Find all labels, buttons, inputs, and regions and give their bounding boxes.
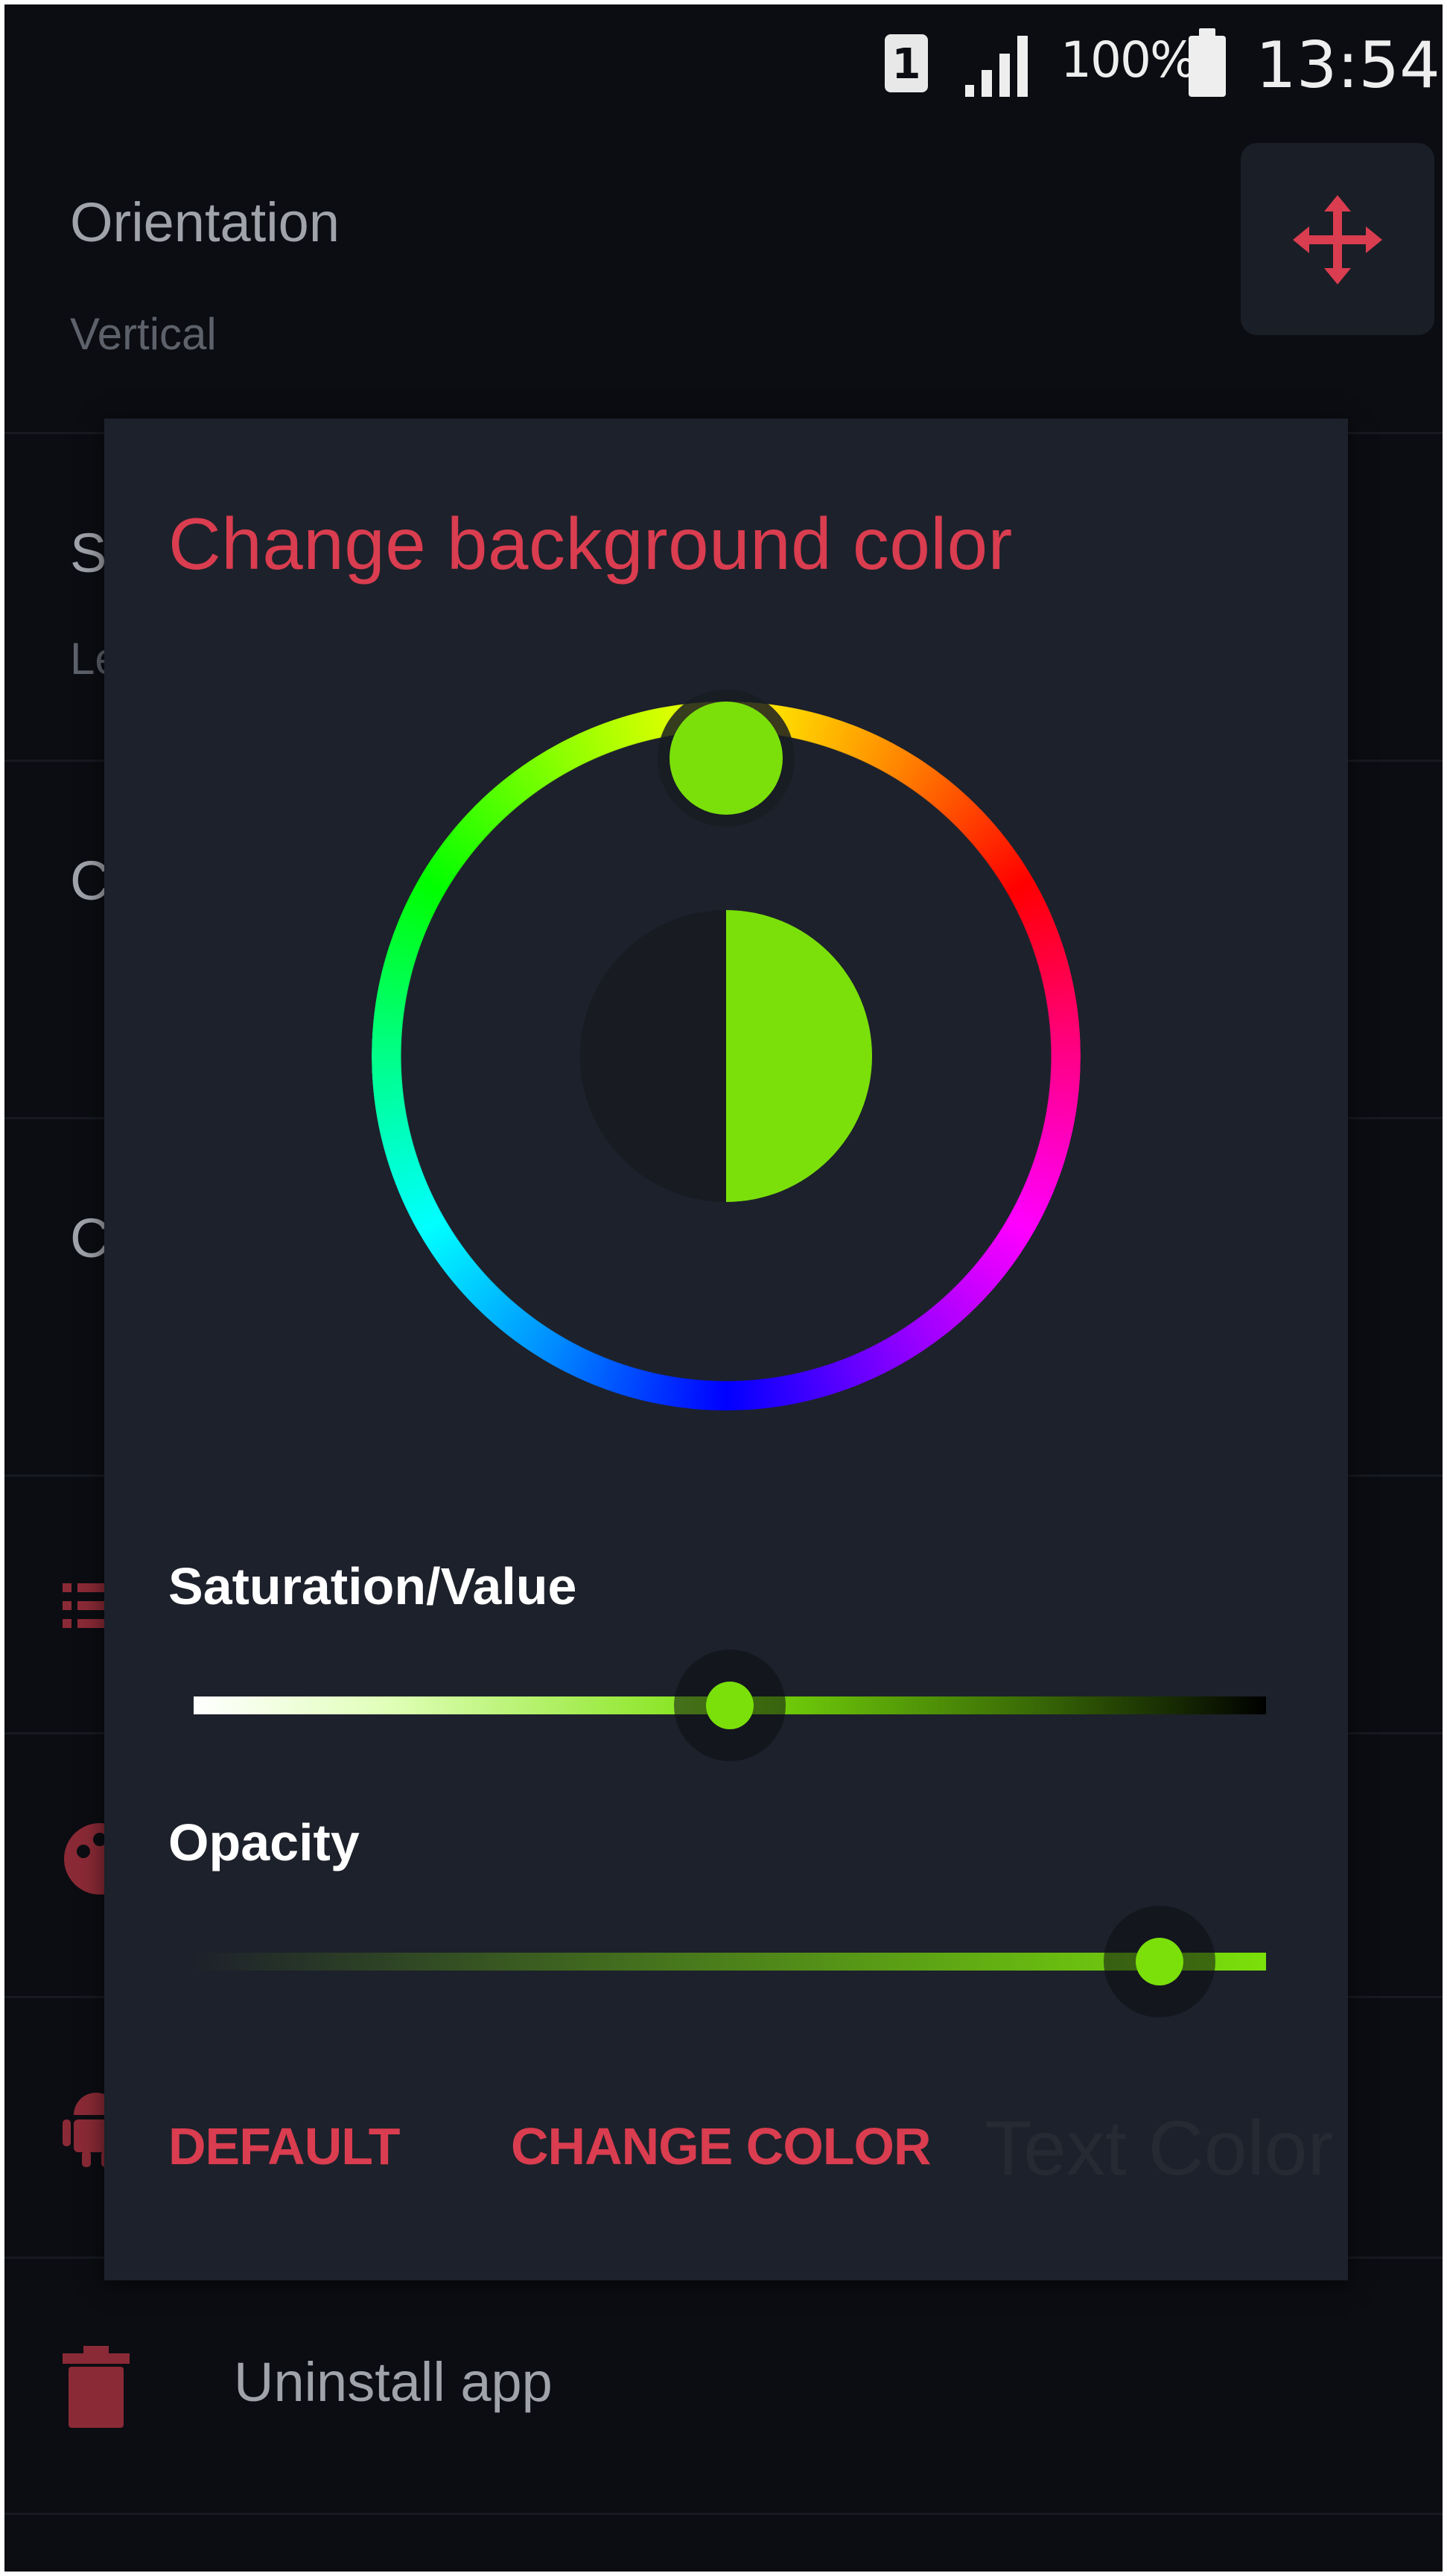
status-bar: 1 100% 13:54 xyxy=(4,4,1443,116)
move-arrows-icon xyxy=(1293,195,1382,284)
change-color-button[interactable]: CHANGE COLOR xyxy=(511,2117,932,2176)
ghost-text-color-label: Text Color xyxy=(985,2105,1334,2192)
partial-row-1-title: S xyxy=(70,522,107,584)
opacity-label: Opacity xyxy=(168,1813,360,1871)
battery-icon xyxy=(1189,28,1226,97)
uninstall-label: Uninstall app xyxy=(234,2351,553,2413)
default-button[interactable]: DEFAULT xyxy=(168,2117,401,2176)
color-preview xyxy=(726,910,872,1202)
saturation-thumb[interactable] xyxy=(706,1682,754,1729)
orientation-row[interactable]: Orientation Vertical xyxy=(4,116,1443,434)
color-picker-dialog: Change background color Saturation/Value… xyxy=(104,419,1348,2280)
saturation-label: Saturation/Value xyxy=(168,1557,577,1615)
trash-icon xyxy=(63,2346,130,2428)
orientation-value: Vertical xyxy=(70,309,217,359)
signal-icon xyxy=(965,36,1028,97)
color-wheel[interactable] xyxy=(104,419,1348,1491)
move-button[interactable] xyxy=(1241,143,1434,335)
hue-handle[interactable] xyxy=(670,702,783,815)
battery-percent: 100% xyxy=(1060,31,1197,89)
sim-icon: 1 xyxy=(885,34,928,92)
sim-label: 1 xyxy=(891,40,921,89)
clock: 13:54 xyxy=(1256,28,1440,103)
uninstall-row[interactable]: Uninstall app xyxy=(4,2257,1443,2515)
opacity-thumb[interactable] xyxy=(1136,1938,1183,1985)
orientation-title: Orientation xyxy=(70,191,340,253)
